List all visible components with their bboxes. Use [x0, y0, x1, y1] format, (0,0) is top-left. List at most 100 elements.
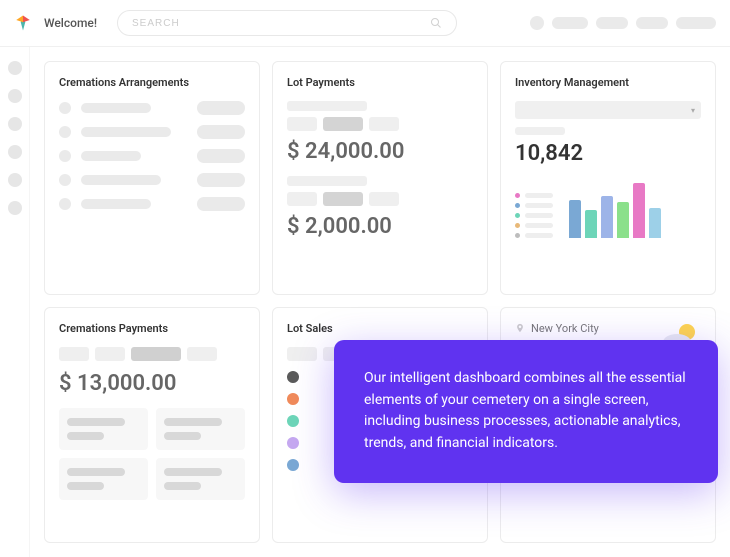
chart-bar: [585, 210, 597, 238]
mini-card: [156, 408, 245, 450]
sidebar-item[interactable]: [8, 61, 22, 75]
status-dot: [287, 393, 299, 405]
popup-text: Our intelligent dashboard combines all t…: [364, 370, 686, 451]
chart-legend: [515, 193, 553, 238]
welcome-text: Welcome!: [44, 16, 97, 30]
inventory-select[interactable]: ▾: [515, 101, 701, 119]
card-title: Lot Payments: [287, 76, 473, 89]
skeleton-block: [95, 347, 125, 361]
card-inventory: Inventory Management ▾ 10,842: [500, 61, 716, 295]
legend-dot: [515, 203, 520, 208]
card-title: Cremations Payments: [59, 322, 245, 335]
legend-bar: [525, 223, 553, 228]
skeleton-dot: [59, 150, 71, 162]
header-skeleton: [636, 17, 668, 29]
pin-icon: [515, 323, 525, 333]
status-dot: [287, 415, 299, 427]
sidebar: [0, 47, 30, 557]
skeleton-dot: [59, 126, 71, 138]
header-skeleton: [552, 17, 588, 29]
skeleton-block: [287, 347, 317, 361]
header-skeleton: [676, 17, 716, 29]
legend-dot: [515, 193, 520, 198]
header-skeleton: [530, 16, 544, 30]
skeleton-bar: [81, 175, 161, 185]
card-lot-payments: Lot Payments $ 24,000.00 $ 2,000.00: [272, 61, 488, 295]
skeleton-block: [59, 347, 89, 361]
mini-card: [59, 408, 148, 450]
chart-bars: [569, 178, 661, 238]
chart-bar: [617, 202, 629, 238]
inventory-chart: [515, 178, 701, 238]
lot-payments-value-1: $ 24,000.00: [287, 139, 473, 164]
legend-bar: [525, 203, 553, 208]
skeleton-bar: [164, 432, 201, 440]
status-dot: [287, 459, 299, 471]
cremations-payments-value: $ 13,000.00: [59, 371, 245, 396]
skeleton-bar: [67, 418, 125, 426]
skeleton-bar: [164, 482, 201, 490]
legend-dot: [515, 223, 520, 228]
skeleton-bar: [515, 127, 565, 135]
skeleton-block: [369, 117, 399, 131]
skeleton-block: [287, 117, 317, 131]
lot-payments-value-2: $ 2,000.00: [287, 214, 473, 239]
skeleton-block: [287, 192, 317, 206]
skeleton-dot: [59, 102, 71, 114]
legend-item: [515, 223, 553, 228]
skeleton-pill: [197, 101, 245, 115]
legend-item: [515, 233, 553, 238]
legend-item: [515, 193, 553, 198]
status-dot: [287, 371, 299, 383]
card-title: Cremations Arrangements: [59, 76, 245, 89]
skeleton-bar: [164, 418, 222, 426]
header-skeleton: [596, 17, 628, 29]
chart-bar: [633, 183, 645, 238]
legend-item: [515, 203, 553, 208]
sidebar-item[interactable]: [8, 173, 22, 187]
info-popup: Our intelligent dashboard combines all t…: [334, 340, 718, 483]
card-cremations-payments: Cremations Payments $ 13,000.00: [44, 307, 260, 544]
skeleton-bar: [164, 468, 222, 476]
legend-bar: [525, 213, 553, 218]
skeleton-bar: [67, 432, 104, 440]
skeleton-bar: [287, 101, 367, 111]
skeleton-dot: [59, 198, 71, 210]
legend-bar: [525, 233, 553, 238]
skeleton-block: [369, 192, 399, 206]
legend-dot: [515, 233, 520, 238]
skeleton-bar: [81, 127, 171, 137]
inventory-value: 10,842: [515, 141, 701, 166]
skeleton-bar: [67, 468, 125, 476]
mini-card: [59, 458, 148, 500]
header-actions: [530, 16, 716, 30]
search-box[interactable]: [117, 10, 457, 36]
sidebar-item[interactable]: [8, 117, 22, 131]
skeleton-pill: [197, 197, 245, 211]
legend-dot: [515, 213, 520, 218]
chart-bar: [569, 200, 581, 238]
skeleton-dot: [59, 174, 71, 186]
card-title: Inventory Management: [515, 76, 701, 89]
skeleton-block: [187, 347, 217, 361]
status-dot: [287, 437, 299, 449]
skeleton-bar: [81, 199, 151, 209]
legend-item: [515, 213, 553, 218]
chart-bar: [601, 196, 613, 238]
sidebar-item[interactable]: [8, 145, 22, 159]
search-icon: [430, 17, 442, 29]
skeleton-bar: [81, 103, 151, 113]
skeleton-block: [323, 117, 363, 131]
sidebar-item[interactable]: [8, 201, 22, 215]
skeleton-bar: [287, 176, 367, 186]
card-cremations-arrangements: Cremations Arrangements: [44, 61, 260, 295]
skeleton-pill: [197, 173, 245, 187]
card-title: Lot Sales: [287, 322, 473, 335]
skeleton-bar: [81, 151, 141, 161]
skeleton-bar: [67, 482, 104, 490]
search-input[interactable]: [132, 18, 422, 29]
sidebar-item[interactable]: [8, 89, 22, 103]
weather-location: New York City: [531, 322, 599, 335]
mini-card: [156, 458, 245, 500]
chevron-down-icon: ▾: [691, 106, 695, 115]
